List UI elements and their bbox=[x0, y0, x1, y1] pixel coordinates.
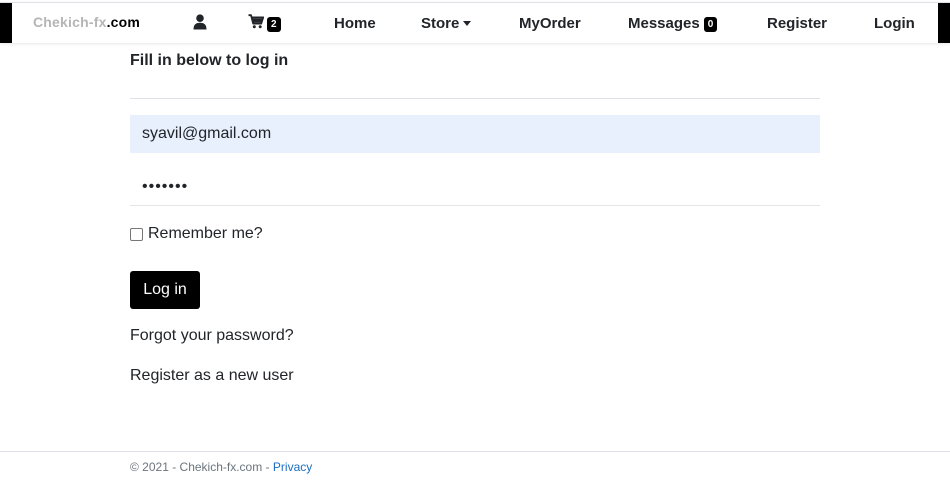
brand-name: Chekich-fx bbox=[33, 14, 107, 30]
nav-messages-label: Messages bbox=[628, 15, 700, 32]
nav-store-dropdown[interactable]: Store bbox=[421, 15, 472, 32]
caret-down-icon bbox=[463, 20, 472, 26]
login-heading: Fill in below to log in bbox=[130, 52, 289, 69]
footer-divider bbox=[0, 451, 950, 452]
navbar-left-edge bbox=[0, 3, 12, 43]
navbar-right-edge bbox=[938, 3, 950, 43]
shopping-cart-icon bbox=[248, 14, 265, 34]
nav-home-link[interactable]: Home bbox=[334, 15, 376, 32]
brand-logo[interactable]: Chekich-fx.com bbox=[33, 14, 140, 30]
forgot-password-link[interactable]: Forgot your password? bbox=[130, 327, 294, 345]
password-field[interactable]: ••••••• bbox=[130, 168, 820, 206]
privacy-link[interactable]: Privacy bbox=[273, 460, 312, 474]
remember-me[interactable]: Remember me? bbox=[130, 225, 263, 243]
nav-store-label: Store bbox=[421, 15, 460, 32]
messages-count-badge: 0 bbox=[703, 17, 718, 32]
remember-me-label: Remember me? bbox=[148, 225, 263, 242]
brand-tld: .com bbox=[106, 14, 141, 30]
nav-myorder-link[interactable]: MyOrder bbox=[519, 15, 581, 32]
nav-register-link[interactable]: Register bbox=[767, 15, 827, 32]
cart-link[interactable]: 2 bbox=[248, 14, 281, 34]
nav-messages-link[interactable]: Messages 0 bbox=[628, 15, 718, 32]
top-navbar: Chekich-fx.com 2 Home Store MyOrder Mess… bbox=[0, 2, 950, 43]
cart-count-badge: 2 bbox=[267, 16, 281, 32]
register-new-user-link[interactable]: Register as a new user bbox=[130, 367, 294, 385]
nav-login-link[interactable]: Login bbox=[874, 15, 915, 32]
heading-divider bbox=[130, 98, 820, 99]
footer-copyright: © 2021 - Chekich-fx.com - bbox=[130, 460, 270, 474]
remember-me-checkbox[interactable] bbox=[130, 227, 143, 241]
login-button[interactable]: Log in bbox=[130, 271, 200, 309]
email-field[interactable]: syavil@gmail.com bbox=[130, 115, 820, 153]
user-icon[interactable] bbox=[193, 14, 207, 30]
footer: © 2021 - Chekich-fx.com - Privacy bbox=[130, 460, 312, 474]
